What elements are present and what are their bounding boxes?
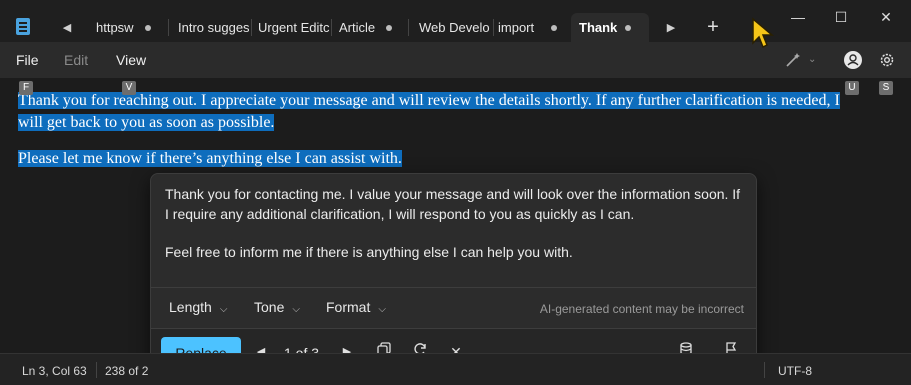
format-label: Format xyxy=(326,299,371,315)
document-line: will get back to you as soon as possible… xyxy=(18,112,275,133)
rewrite-options: Length ⌵ Tone ⌵ Format ⌵ AI-generated conte… xyxy=(151,287,756,327)
status-bar: Ln 3, Col 63 238 of 2 UTF-8 xyxy=(0,353,911,385)
document-line: Please let me know if there’s anything e… xyxy=(18,148,402,169)
suggestion-paragraph: Thank you for contacting me. I value you… xyxy=(165,186,741,222)
tab-label: Article xyxy=(339,20,376,35)
suggestion-paragraph: Feel free to inform me if there is anyth… xyxy=(165,244,573,260)
selected-text: will get back to you as soon as possible… xyxy=(18,114,275,131)
tab-thank[interactable]: Thank xyxy=(571,13,649,42)
cursor-position: Ln 3, Col 63 xyxy=(22,364,87,378)
key-tip-file: F xyxy=(19,81,33,95)
ai-disclaimer: AI-generated content may be incorrect xyxy=(539,302,744,316)
rewrite-panel: Thank you for contacting me. I value you… xyxy=(150,173,757,375)
rewrite-suggestion: Thank you for contacting me. I value you… xyxy=(165,184,745,280)
menu-edit[interactable]: Edit xyxy=(64,52,88,68)
chevron-down-icon[interactable]: ⌄ xyxy=(808,50,828,70)
tab-divider xyxy=(168,19,169,36)
length-dropdown[interactable]: Length ⌵ xyxy=(169,299,227,315)
key-tip-account: U xyxy=(845,81,859,95)
notepad-app-icon xyxy=(16,18,30,35)
document-line: Thank you for reaching out. I appreciate… xyxy=(18,90,840,111)
chevron-down-icon: ⌵ xyxy=(219,304,228,315)
scroll-tabs-left-button[interactable]: ◀ xyxy=(55,18,79,38)
minimize-button[interactable]: — xyxy=(775,6,821,28)
scroll-tabs-right-button[interactable]: ▶ xyxy=(659,18,683,38)
tab-web-development[interactable]: Web Develo xyxy=(411,13,493,42)
tab-label: Intro sugges xyxy=(178,20,250,35)
account-avatar-icon[interactable] xyxy=(843,50,863,70)
tab-label: Urgent Editc xyxy=(258,20,330,35)
unsaved-dot-icon xyxy=(625,25,631,31)
character-count: 238 of 2 xyxy=(105,364,149,378)
encoding-indicator[interactable]: UTF-8 xyxy=(778,364,812,378)
chevron-down-icon: ⌵ xyxy=(378,304,386,315)
unsaved-dot-icon xyxy=(145,25,151,31)
tab-httpsw[interactable]: httpsw xyxy=(88,13,160,42)
selected-text: Thank you for reaching out. I appreciate… xyxy=(18,92,840,109)
new-tab-button[interactable]: + xyxy=(703,16,723,38)
tone-dropdown[interactable]: Tone ⌵ xyxy=(254,299,300,315)
tab-urgent-editorial[interactable]: Urgent Editc xyxy=(250,13,330,42)
key-tip-settings: S xyxy=(879,81,893,95)
menu-view[interactable]: View xyxy=(116,52,146,68)
unsaved-dot-icon xyxy=(386,25,392,31)
menu-file[interactable]: File xyxy=(16,52,39,68)
status-divider xyxy=(96,362,97,378)
tab-label: import xyxy=(498,20,535,35)
maximize-button[interactable]: ☐ xyxy=(818,6,864,28)
tab-label: httpsw xyxy=(96,20,134,35)
tab-import[interactable]: import xyxy=(490,13,566,42)
unsaved-dot-icon xyxy=(551,25,557,31)
selected-text: Please let me know if there’s anything e… xyxy=(18,150,402,167)
tone-label: Tone xyxy=(254,299,285,315)
tab-label: Thank xyxy=(579,20,618,35)
tab-label: Web Develo xyxy=(419,20,490,35)
status-divider xyxy=(764,362,765,378)
copilot-rewrite-icon[interactable] xyxy=(784,50,804,70)
format-dropdown[interactable]: Format ⌵ xyxy=(326,299,386,315)
tab-divider xyxy=(408,19,409,36)
close-window-button[interactable]: ✕ xyxy=(863,6,909,28)
settings-gear-icon[interactable] xyxy=(877,50,897,70)
length-label: Length xyxy=(169,299,212,315)
key-tip-view: V xyxy=(122,81,136,95)
tab-article[interactable]: Article xyxy=(331,13,403,42)
chevron-down-icon: ⌵ xyxy=(292,304,300,315)
tab-intro-suggestions[interactable]: Intro sugges xyxy=(170,13,250,42)
